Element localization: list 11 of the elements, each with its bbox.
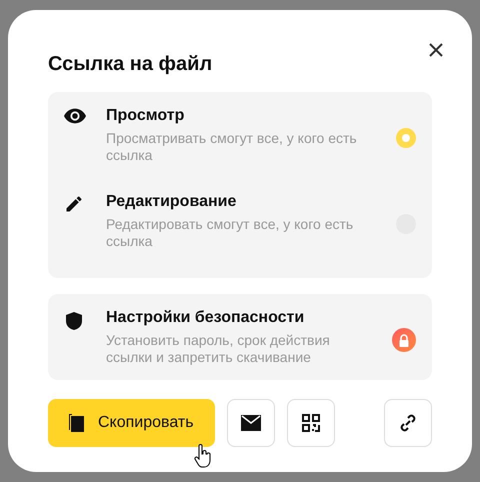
dialog-title: Ссылка на файл: [48, 52, 214, 76]
security-title: Настройки безопасности: [106, 308, 306, 328]
security-description: Установить пароль, срок действия ссылки и запретить скачивание: [106, 332, 331, 366]
option-title: Просмотр: [106, 106, 186, 126]
security-card[interactable]: Настройки безопасности Установить пароль, срок действия ссылки и запретить скачивание: [48, 294, 432, 380]
access-option[interactable]: Просмотр Просматривать смогут все, у кого есть ссылка: [48, 106, 432, 192]
option-title: Редактирование: [106, 192, 238, 212]
access-option[interactable]: Редактирование Редактировать смогут все, у кого есть ссылка: [48, 192, 432, 278]
option-description: Просматривать смогут все, у кого есть ссылка: [106, 130, 358, 164]
option-description: Редактировать смогут все, у кого есть ссылка: [106, 216, 354, 250]
copy-button[interactable]: Скопировать: [48, 399, 215, 447]
